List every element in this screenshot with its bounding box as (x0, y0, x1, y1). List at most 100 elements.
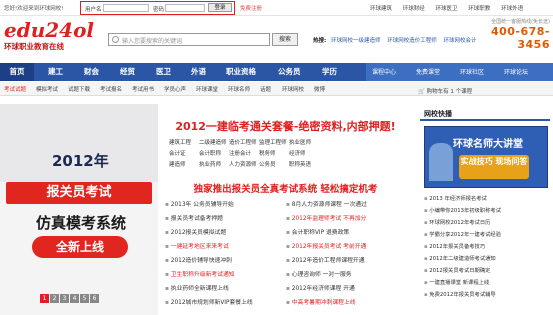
flash-news-item[interactable]: 一建直播课堂 新课程上线 (424, 278, 489, 286)
hotline-label: 全国统一客服热线(免长途) (491, 19, 550, 25)
news-item[interactable]: 2012年造价工程师课程开通 (286, 255, 365, 264)
quick-link[interactable]: 执业药师 (199, 160, 229, 168)
password-input[interactable] (165, 4, 205, 12)
news-item[interactable]: 2012年经济师课程 开通 (286, 283, 355, 292)
flash-news-item[interactable]: 2013 年经济师报名考试 (424, 194, 487, 202)
subnav-item[interactable]: 考试试题 (4, 85, 26, 93)
nav2-item[interactable]: 环球论坛 (504, 67, 528, 76)
nav-item[interactable]: 学历 (322, 66, 337, 77)
subnav-item[interactable]: 环球名师 (228, 85, 250, 93)
subnav-item[interactable]: 考试报名 (100, 85, 122, 93)
nav-item[interactable]: 外语 (191, 66, 206, 77)
subnav-item[interactable]: 话题 (260, 85, 271, 93)
quick-link[interactable]: 注册会计 (229, 149, 259, 157)
subnav-item[interactable]: 试题下载 (68, 85, 90, 93)
site-logo[interactable]: edu24ol 环球职业教育在线 (4, 19, 104, 51)
top-link[interactable]: 环球建筑 (370, 6, 392, 12)
quick-link[interactable]: 执业医师 (289, 138, 319, 146)
flash-news-item[interactable]: 2012年二级建造师考试通知 (424, 254, 495, 262)
nav-item[interactable]: 职业资格 (226, 66, 256, 77)
news-item[interactable]: 2013年 公务员辅导开始 (165, 199, 234, 208)
news-item[interactable]: 2012报关员模拟试题 (165, 227, 226, 236)
search-button[interactable]: 搜索 (272, 33, 298, 46)
cart-text: 购物车有 1 个课程 (426, 89, 473, 95)
news-item[interactable]: 执业药师全新课程上线 (165, 283, 229, 292)
flash-news-item[interactable]: 2012报关员考试日期确定 (424, 266, 490, 274)
pager-dot[interactable]: 2 (50, 294, 59, 303)
subnav-item[interactable]: 环球课堂 (196, 85, 218, 93)
free-register-link[interactable]: 免费注册 (240, 4, 262, 12)
headline-link[interactable]: 2012一建临考通关套餐-绝密资料,内部押题! (163, 118, 408, 134)
quick-link[interactable]: 经济师 (289, 149, 319, 157)
flash-news-item[interactable]: 2012年报关员备考技巧 (424, 242, 485, 250)
quick-link[interactable]: 建筑工程 (169, 138, 199, 146)
pager-dot[interactable]: 5 (80, 294, 89, 303)
news-item[interactable]: 报关员考试备考押题 (165, 213, 223, 222)
quick-link[interactable]: 二级建造师 (199, 138, 229, 146)
login-box: 用户名 密码 登录 (80, 1, 235, 15)
news-item[interactable]: 中高考暑期冲刺课程上线 (286, 297, 356, 306)
news-item[interactable]: 8月人力资源师课程 一次通过 (286, 199, 367, 208)
quick-link[interactable]: 造价工程师 (229, 138, 259, 146)
teacher-figure (429, 143, 453, 181)
quick-link[interactable]: 税务师 (259, 149, 289, 157)
nav-item[interactable]: 经贸 (120, 66, 135, 77)
search-input[interactable]: 输入您要搜索的关键词 (108, 33, 270, 46)
hot-search: 热搜: 环球网校一级建造师 环球网校造价工程师 环球网校会计 (313, 36, 482, 44)
subnav-item[interactable]: 考试用书 (132, 85, 154, 93)
news-item[interactable]: 一建延考地区来来考试 (165, 241, 229, 250)
top-link[interactable]: 环球医卫 (436, 6, 458, 12)
nav-home[interactable]: 首页 (0, 63, 34, 81)
pager-dot[interactable]: 1 (40, 294, 49, 303)
quick-link[interactable]: 会计证 (169, 149, 199, 157)
nav-item[interactable]: 建工 (48, 66, 63, 77)
flash-news-item[interactable]: 学霸分享2012年一建考试经验 (424, 230, 501, 238)
pager-dot[interactable]: 6 (90, 294, 99, 303)
nav2-item[interactable]: 免费课堂 (416, 67, 440, 76)
promo-banner[interactable]: 2012年 报关员考试 仿真模考系统 全新上线 123456 (0, 104, 158, 315)
hotline-number: 400-678-3456 (490, 25, 550, 51)
quick-link[interactable]: 建造师 (169, 160, 199, 168)
nav2-item[interactable]: 课程中心 (372, 67, 396, 76)
hot-search-item[interactable]: 环球网校一级建造师 (331, 38, 381, 44)
flash-news-item[interactable]: 免费2012年报关员考试辅导 (424, 290, 495, 298)
cart-icon: 🛒 (418, 89, 427, 95)
subnav-item[interactable]: 模拟考试 (36, 85, 58, 93)
top-link[interactable]: 环球外语 (501, 6, 523, 12)
news-item[interactable]: 心理咨询师 一对一服务 (286, 269, 352, 278)
news-item[interactable]: 会计职称VIP 退费政策 (286, 227, 349, 236)
quick-link[interactable]: 人力资源师 (229, 160, 259, 168)
nav-item[interactable]: 财会 (84, 66, 99, 77)
news-item[interactable]: 2012年监理师考试 不再加分 (286, 213, 367, 222)
nav-item[interactable]: 医卫 (156, 66, 171, 77)
news-item[interactable]: 卫生职称升级新考试通知 (165, 269, 235, 278)
hot-search-label: 热搜: (313, 38, 327, 44)
subnav-item[interactable]: 环球网校 (282, 85, 304, 93)
lecture-promo-image[interactable]: 环球名师大讲堂 实战技巧 现场问答 (424, 126, 548, 188)
section-title: 网校快播 (424, 110, 452, 118)
top-link[interactable]: 环球职教 (468, 6, 490, 12)
nav-item[interactable]: 公务员 (278, 66, 301, 77)
subnav-item[interactable]: 学员心声 (164, 85, 186, 93)
news-item[interactable]: 2012造价辅导快速冲刺 (165, 255, 232, 264)
secondary-nav: 课程中心 免费课堂 环球社区 环球论坛 (366, 63, 553, 81)
quick-link[interactable]: 会计职称 (199, 149, 229, 157)
pager-dot[interactable]: 3 (60, 294, 69, 303)
news-item[interactable]: 2012城市规划师新VIP套餐上线 (165, 297, 253, 306)
quick-link[interactable]: 公务员 (259, 160, 289, 168)
login-button[interactable]: 登录 (208, 3, 232, 12)
top-bar: 您好!欢迎来到环球网校! 用户名 密码 登录 免费注册 环球建筑 环球财经 环球… (0, 0, 553, 16)
flash-news-item[interactable]: 小编带你2013年初级职称考试 (424, 206, 501, 214)
subnav-item[interactable]: 微博 (314, 85, 325, 93)
hot-search-item[interactable]: 环球网校造价工程师 (387, 38, 437, 44)
news-item[interactable]: 2012年报关员考试 考前开通 (286, 241, 367, 250)
cart-info[interactable]: 🛒 购物车有 1 个课程 (418, 87, 472, 95)
top-link[interactable]: 环球财经 (403, 6, 425, 12)
quick-link[interactable]: 监理工程师 (259, 138, 289, 146)
pager-dot[interactable]: 4 (70, 294, 79, 303)
flash-news-item[interactable]: 环球网校2012年考试日历 (424, 218, 490, 226)
subheadline-link[interactable]: 独家推出报关员全真考试系统 轻松搞定机考 (163, 181, 408, 195)
username-input[interactable] (103, 4, 149, 12)
quick-link[interactable]: 职称英语 (289, 160, 319, 168)
nav2-item[interactable]: 环球社区 (460, 67, 484, 76)
